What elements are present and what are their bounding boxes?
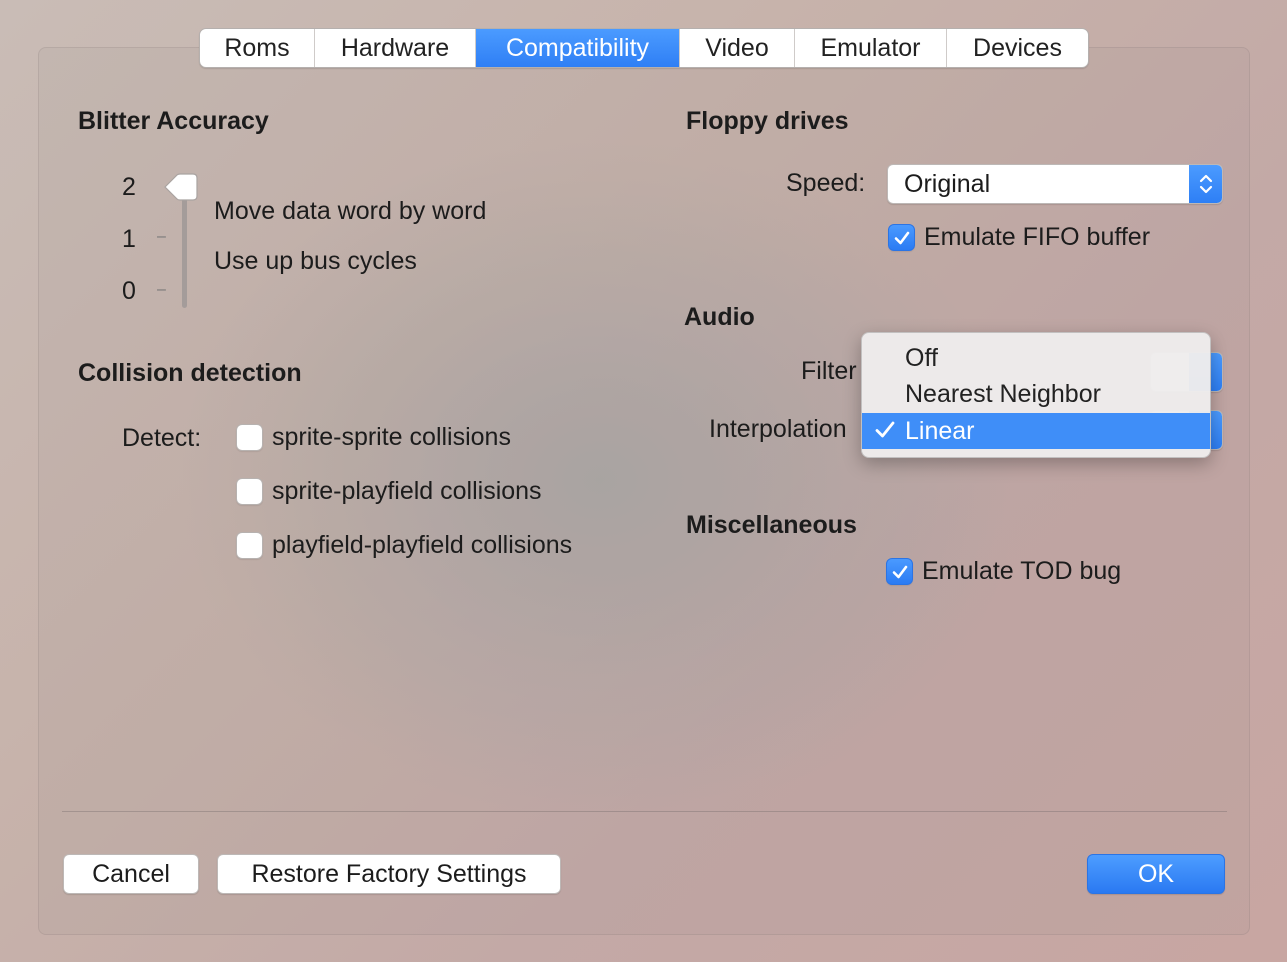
tab-video[interactable]: Video [680, 29, 795, 67]
sprite-playfield-label: sprite-playfield collisions [272, 477, 542, 505]
playfield-playfield-checkbox[interactable] [236, 532, 263, 559]
emulate-tod-bug-label: Emulate TOD bug [922, 557, 1122, 585]
checkmark-icon [875, 421, 895, 438]
sprite-playfield-checkbox[interactable] [236, 478, 263, 505]
blitter-tick-label-0: 0 [122, 277, 136, 305]
slider-knob-icon[interactable] [163, 172, 199, 202]
speed-select[interactable]: Original [887, 164, 1223, 204]
menu-item-off[interactable]: Off [862, 340, 1210, 376]
blitter-description-primary: Move data word by word [214, 197, 487, 225]
slider-tick-mark: – [157, 281, 166, 298]
checkmark-icon [894, 231, 910, 245]
speed-label: Speed: [786, 169, 866, 197]
sprite-sprite-checkbox[interactable] [236, 424, 263, 451]
tab-hardware[interactable]: Hardware [315, 29, 476, 67]
cancel-button[interactable]: Cancel [63, 854, 199, 894]
menu-item-nearest-neighbor[interactable]: Nearest Neighbor [862, 376, 1210, 412]
checkmark-icon [892, 565, 908, 579]
blitter-tick-label-2: 2 [122, 173, 136, 201]
ok-button[interactable]: OK [1087, 854, 1225, 894]
detect-label: Detect: [122, 424, 202, 452]
blitter-tick-label-1: 1 [122, 225, 136, 253]
divider [62, 811, 1227, 812]
blitter-description-secondary: Use up bus cycles [214, 247, 417, 275]
updown-arrows-icon [1189, 165, 1222, 203]
tab-compatibility[interactable]: Compatibility [476, 29, 680, 67]
menu-item-linear[interactable]: Linear [862, 413, 1210, 449]
interpolation-label: Interpolation [709, 415, 847, 443]
playfield-playfield-label: playfield-playfield collisions [272, 531, 573, 559]
slider-tick-mark: – [157, 228, 166, 245]
interpolation-popup-menu: Off Nearest Neighbor Linear [861, 332, 1211, 458]
speed-select-value: Original [904, 170, 991, 198]
miscellaneous-heading: Miscellaneous [686, 511, 857, 539]
emulate-fifo-checkbox[interactable] [888, 224, 915, 251]
sprite-sprite-label: sprite-sprite collisions [272, 423, 511, 451]
restore-factory-settings-button[interactable]: Restore Factory Settings [217, 854, 561, 894]
tab-devices[interactable]: Devices [947, 29, 1088, 67]
emulate-fifo-label: Emulate FIFO buffer [924, 223, 1151, 251]
tab-bar: Roms Hardware Compatibility Video Emulat… [199, 28, 1089, 68]
filter-label: Filter [801, 357, 857, 385]
collision-detection-heading: Collision detection [78, 359, 302, 387]
tab-emulator[interactable]: Emulator [795, 29, 947, 67]
blitter-accuracy-slider[interactable] [182, 190, 187, 308]
tab-roms[interactable]: Roms [200, 29, 315, 67]
floppy-drives-heading: Floppy drives [686, 107, 849, 135]
blitter-accuracy-heading: Blitter Accuracy [78, 107, 269, 135]
emulate-tod-bug-checkbox[interactable] [886, 558, 913, 585]
audio-heading: Audio [684, 303, 755, 331]
